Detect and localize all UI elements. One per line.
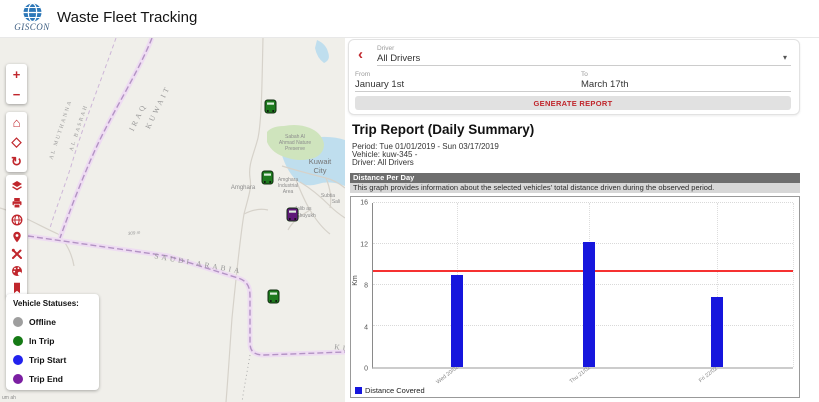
from-date-input[interactable]: January 1st (355, 79, 404, 90)
map-zoom-controls: + − (6, 64, 27, 104)
offline-status-dot (13, 317, 23, 327)
vehicle-marker[interactable] (267, 289, 280, 304)
chart-legend-label: Distance Covered (365, 386, 425, 395)
map-label-saudi-arabia: SAUDI ARABIA (154, 251, 243, 275)
map-tool-controls (6, 175, 27, 298)
y-tick-label: 12 (360, 241, 368, 248)
legend-item-label: Offline (29, 317, 56, 327)
map-nav-controls: ⌂ ◇ ↻ (6, 112, 27, 172)
legend-item-trip-start: Trip Start (13, 350, 99, 369)
location-pin-icon[interactable] (6, 228, 27, 245)
map-label-kuwait-city-2: City (314, 166, 327, 175)
to-date-input[interactable]: March 17th (581, 79, 629, 90)
date-fields-underline (355, 91, 791, 92)
vehicle-statuses-legend: Vehicle Statuses: Offline In Trip Trip S… (6, 294, 99, 390)
legend-title: Vehicle Statuses: (13, 299, 99, 308)
chart-bar (451, 275, 463, 367)
logo-text: GISCON (10, 23, 54, 32)
x-axis-labels: Wed 20/02Thu 21/02Fri 22/02 (372, 370, 793, 386)
tools-icon[interactable] (6, 245, 27, 262)
legend-item-offline: Offline (13, 312, 99, 331)
h-gridline (373, 202, 793, 203)
driver-field-label: Driver (377, 45, 394, 52)
driver-select[interactable]: All Drivers (377, 53, 420, 64)
map-attribution: um ah (2, 395, 16, 401)
chart-section-header: Distance Per Day (350, 173, 800, 183)
map-label-jalib-2: Shuyukh (296, 213, 316, 219)
generate-report-button[interactable]: GENERATE REPORT (355, 96, 791, 110)
report-driver: Driver: All Drivers (352, 158, 414, 167)
app-window: GISCON Waste Fleet Tracking (0, 0, 819, 402)
driver-field-underline (377, 65, 791, 66)
globe-logo-icon (22, 2, 43, 23)
zoom-out-icon[interactable]: − (6, 84, 27, 104)
chart-section-description: This graph provides information about th… (350, 183, 800, 193)
vehicle-marker[interactable] (264, 99, 277, 114)
palette-icon[interactable] (6, 262, 27, 279)
zoom-in-icon[interactable]: + (6, 64, 27, 84)
legend-swatch (355, 387, 362, 394)
legend-item-label: Trip Start (29, 355, 66, 365)
refresh-icon[interactable]: ↻ (6, 152, 27, 172)
report-panel: ‹ Driver All Drivers ▾ From January 1st … (345, 38, 819, 402)
header-bar: GISCON Waste Fleet Tracking (0, 0, 819, 38)
legend-item-in-trip: In Trip (13, 331, 99, 350)
legend-item-label: In Trip (29, 336, 55, 346)
map-label-al-basrah: AL BASRAH (69, 104, 90, 152)
layers-icon[interactable] (6, 177, 27, 194)
map-label-preserve-3: Preserve (285, 146, 305, 152)
vehicle-marker[interactable] (261, 170, 274, 185)
vehicle-marker[interactable] (286, 207, 299, 222)
map-label-kuwait-city-1: Kuwait (309, 157, 332, 166)
in-trip-status-dot (13, 336, 23, 346)
trip-end-status-dot (13, 374, 23, 384)
giscon-logo: GISCON (10, 2, 54, 32)
map-water-inlet (315, 40, 329, 63)
home-icon[interactable]: ⌂ (6, 112, 27, 132)
chart-bar (583, 242, 595, 367)
distance-per-day-chart: Km 0481216 Wed 20/02Thu 21/02Fri 22/02 D… (350, 196, 800, 398)
y-tick-label: 8 (364, 283, 368, 290)
page-title: Waste Fleet Tracking (57, 9, 197, 26)
locate-icon[interactable]: ◇ (6, 132, 27, 152)
chart-bar (711, 297, 723, 367)
map-label-kuwait-edge: KUWAIT (334, 342, 345, 358)
to-field-label: To (581, 71, 588, 78)
y-tick-label: 16 (360, 200, 368, 207)
report-title: Trip Report (Daily Summary) (352, 122, 534, 137)
y-tick-label: 4 (364, 324, 368, 331)
back-chevron-icon[interactable]: ‹ (358, 48, 363, 62)
y-axis: 0481216 (351, 203, 370, 369)
chart-plot (372, 203, 793, 369)
chart-legend: Distance Covered (355, 386, 425, 395)
trip-start-status-dot (13, 355, 23, 365)
from-field-label: From (355, 71, 370, 78)
globe-icon[interactable] (6, 211, 27, 228)
y-tick-label: 0 (364, 366, 368, 373)
map-label-amghara-ind-3: Area (283, 189, 294, 195)
map-viewport[interactable]: AL MUTHANNA AL BASRAH IRAQ KUWAIT SAUDI … (0, 38, 345, 402)
legend-item-trip-end: Trip End (13, 369, 99, 388)
legend-item-label: Trip End (29, 374, 63, 384)
map-label-amghara: Amghara (231, 185, 256, 191)
map-label-sali: Sali (332, 199, 340, 205)
v-gridline (793, 203, 794, 367)
report-filter-card: ‹ Driver All Drivers ▾ From January 1st … (348, 39, 800, 115)
map-label-scale: 309 m (128, 230, 141, 236)
print-icon[interactable] (6, 194, 27, 211)
chevron-down-icon[interactable]: ▾ (783, 53, 787, 62)
